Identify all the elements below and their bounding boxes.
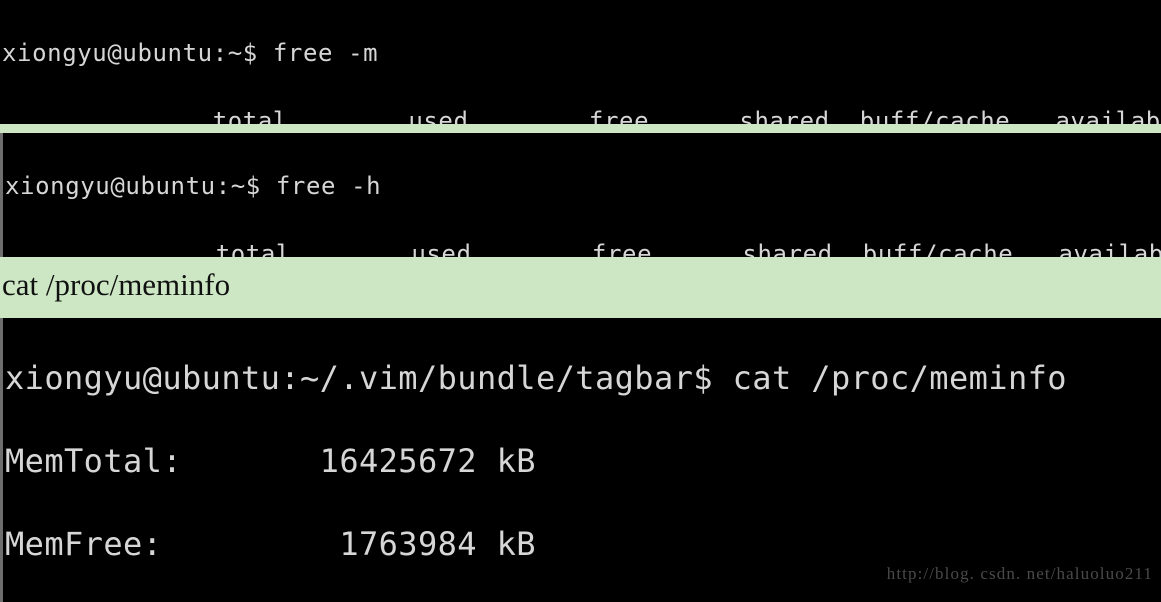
- table-header-free-m: total used free shared buff/cache availa…: [2, 107, 1161, 124]
- table-header-free-h: total used free shared buff/cache availa…: [5, 240, 1161, 257]
- terminal-free-m[interactable]: xiongyu@ubuntu:~$ free -m total used fre…: [0, 0, 1161, 124]
- screenshot-root: xiongyu@ubuntu:~$ free -m total used fre…: [0, 0, 1161, 602]
- meminfo-row-memfree: MemFree: 1763984 kB: [5, 525, 536, 563]
- prompt-line-meminfo: xiongyu@ubuntu:~/.vim/bundle/tagbar$ cat…: [5, 359, 1067, 397]
- caption-band: cat /proc/meminfo: [0, 257, 1161, 313]
- prompt-line-free-h: xiongyu@ubuntu:~$ free -h: [5, 172, 382, 200]
- watermark-url: http://blog. csdn. net/haluoluo211: [886, 564, 1153, 583]
- prompt-line-free-m: xiongyu@ubuntu:~$ free -m: [2, 39, 379, 67]
- terminal-free-h[interactable]: xiongyu@ubuntu:~$ free -h total used fre…: [0, 133, 1161, 257]
- terminal-meminfo[interactable]: xiongyu@ubuntu:~/.vim/bundle/tagbar$ cat…: [0, 318, 1161, 602]
- meminfo-row-memtotal: MemTotal: 16425672 kB: [5, 442, 536, 480]
- caption-text: cat /proc/meminfo: [2, 267, 231, 302]
